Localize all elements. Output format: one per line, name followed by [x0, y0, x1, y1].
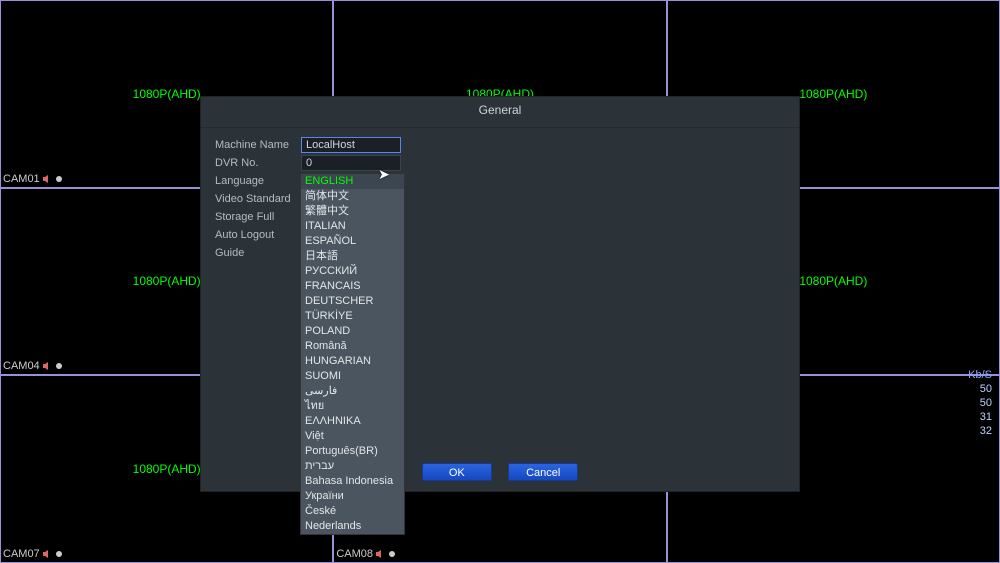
camera-id: CAM08: [336, 548, 373, 560]
resolution-label: 1080P(AHD): [133, 274, 201, 288]
language-option[interactable]: TÜRKİYE: [301, 309, 404, 324]
record-icon: [54, 361, 64, 371]
machine-name-input[interactable]: LocalHost: [301, 137, 401, 153]
camera-label: CAM01: [3, 173, 64, 185]
label-storage-full: Storage Full: [215, 211, 301, 223]
language-option[interactable]: עברית: [301, 459, 404, 474]
bandwidth-header: Kb/S: [968, 368, 992, 382]
dialog-title: General: [201, 97, 799, 128]
audio-icon: [42, 174, 52, 184]
language-option[interactable]: DEUTSCHER: [301, 294, 404, 309]
language-option[interactable]: 日本語: [301, 249, 404, 264]
audio-icon: [42, 361, 52, 371]
language-option[interactable]: ITALIAN: [301, 219, 404, 234]
language-option[interactable]: ΕΛΛΗΝΙΚΑ: [301, 414, 404, 429]
label-auto-logout: Auto Logout: [215, 229, 301, 241]
language-option[interactable]: 简体中文: [301, 189, 404, 204]
camera-label: CAM08: [336, 548, 397, 560]
general-settings-dialog: General Machine Name LocalHost DVR No. 0…: [200, 96, 800, 492]
resolution-label: 1080P(AHD): [799, 87, 867, 101]
cursor-icon: ➤: [378, 166, 390, 183]
record-icon: [387, 549, 397, 559]
bandwidth-value: 32: [968, 424, 992, 438]
language-option[interactable]: України: [301, 489, 404, 504]
language-option[interactable]: SUOMI: [301, 369, 404, 384]
language-option[interactable]: HUNGARIAN: [301, 354, 404, 369]
language-option[interactable]: فارسی: [301, 384, 404, 399]
resolution-label: 1080P(AHD): [799, 274, 867, 288]
language-dropdown[interactable]: ENGLISH简体中文繁體中文ITALIANESPAÑOL日本語РУССКИЙF…: [300, 173, 405, 535]
label-video-standard: Video Standard: [215, 193, 301, 205]
language-option[interactable]: Nederlands: [301, 519, 404, 534]
label-guide: Guide: [215, 247, 301, 259]
language-option[interactable]: ESPAÑOL: [301, 234, 404, 249]
bandwidth-value: 50: [968, 382, 992, 396]
camera-id: CAM01: [3, 173, 40, 185]
language-option[interactable]: České: [301, 504, 404, 519]
language-option[interactable]: Română: [301, 339, 404, 354]
record-icon: [54, 549, 64, 559]
ok-button[interactable]: OK: [422, 463, 492, 481]
language-option[interactable]: ไทย: [301, 399, 404, 414]
cancel-button[interactable]: Cancel: [508, 463, 578, 481]
bandwidth-value: 50: [968, 396, 992, 410]
audio-icon: [42, 549, 52, 559]
camera-label: CAM07: [3, 548, 64, 560]
language-option[interactable]: POLAND: [301, 324, 404, 339]
language-option[interactable]: FRANCAIS: [301, 279, 404, 294]
language-option[interactable]: Việt: [301, 429, 404, 444]
form-area: Machine Name LocalHost DVR No. 0 Languag…: [201, 128, 799, 270]
camera-label: CAM04: [3, 360, 64, 372]
resolution-label: 1080P(AHD): [133, 462, 201, 476]
language-option[interactable]: 繁體中文: [301, 204, 404, 219]
label-machine-name: Machine Name: [215, 139, 301, 151]
label-language: Language: [215, 175, 301, 187]
camera-id: CAM04: [3, 360, 40, 372]
resolution-label: 1080P(AHD): [133, 87, 201, 101]
language-option[interactable]: РУССКИЙ: [301, 264, 404, 279]
bandwidth-value: 31: [968, 410, 992, 424]
dialog-button-row: OK Cancel: [201, 463, 799, 481]
label-dvr-no: DVR No.: [215, 157, 301, 169]
audio-icon: [375, 549, 385, 559]
language-option[interactable]: Bahasa Indonesia: [301, 474, 404, 489]
camera-id: CAM07: [3, 548, 40, 560]
record-icon: [54, 174, 64, 184]
bandwidth-panel: Kb/S 50 50 31 32: [968, 368, 992, 438]
language-option[interactable]: Português(BR): [301, 444, 404, 459]
